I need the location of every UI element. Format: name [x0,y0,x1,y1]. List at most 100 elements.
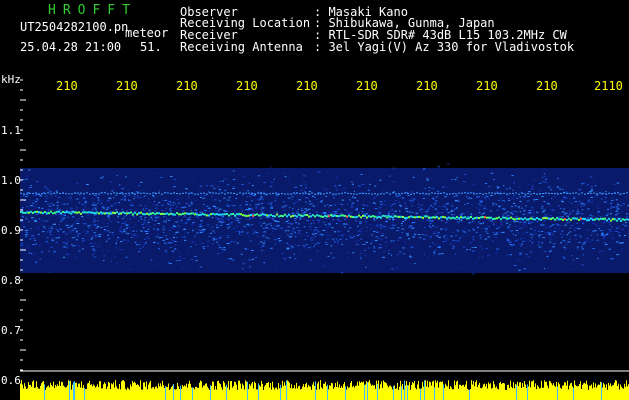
trace-segment [202,213,204,215]
noise-speck [90,238,93,240]
noise-speck [359,258,361,260]
noise-speck [77,245,80,247]
upper-line-segment [377,193,379,195]
noise-speck [525,253,528,255]
noise-speck [228,204,232,206]
noise-speck [187,196,190,198]
noise-speck [124,216,126,218]
noise-speck [484,210,486,212]
histogram-bar [433,380,434,400]
noise-speck [522,233,524,235]
histogram-bar [95,387,96,400]
noise-speck [131,193,135,195]
trace-segment [242,214,244,217]
noise-speck [412,227,415,229]
noise-speck [420,204,423,206]
histogram-bar [470,389,471,400]
upper-line-segment [485,193,487,195]
noise-speck [414,263,416,264]
noise-speck [148,226,152,228]
noise-speck [522,195,526,197]
trace-segment [272,215,274,218]
histogram-bar [100,381,101,400]
noise-speck [384,228,387,230]
histogram-bar [309,386,310,400]
trace-segment [400,215,402,218]
histogram-bar [611,386,612,400]
noise-speck [259,192,263,194]
trace-segment [60,212,62,215]
noise-speck [348,228,350,230]
noise-speck [510,221,513,223]
histogram-bar [476,380,477,400]
noise-speck [598,214,600,216]
noise-speck [394,224,396,226]
histogram-bar [466,380,467,400]
histogram-bar [304,387,305,400]
trace-segment [434,216,436,219]
noise-speck [325,243,329,245]
histogram-bar [157,388,158,400]
trace-segment [468,217,470,220]
histogram-bar [310,386,311,400]
noise-speck [620,211,623,213]
noise-speck [611,197,615,199]
trace-segment [156,212,158,215]
histogram-bar [397,383,398,400]
noise-speck [452,247,455,249]
histogram-bar [405,385,406,400]
noise-speck [327,255,330,257]
noise-speck [51,202,53,204]
noise-speck [591,239,594,241]
histogram-bar [419,388,420,400]
noise-speck [453,214,456,216]
trace-segment [398,215,400,218]
noise-speck [360,228,363,230]
noise-speck [49,271,51,273]
histogram-bar [538,386,539,400]
noise-speck [623,203,625,205]
noise-speck [217,244,220,246]
noise-speck [21,216,24,218]
histogram-bar [314,386,315,400]
noise-speck [442,209,445,211]
histogram-bar [169,390,170,400]
noise-speck [97,235,101,237]
noise-speck [484,238,487,240]
noise-speck [156,263,159,264]
noise-speck [145,207,148,209]
noise-speck [533,230,536,232]
noise-speck [592,248,595,249]
noise-speck [465,225,467,227]
noise-speck [453,195,456,197]
noise-speck [248,182,251,184]
noise-speck [615,190,617,192]
noise-speck [317,171,321,173]
noise-speck [98,234,102,235]
noise-speck [283,210,285,212]
noise-speck [436,246,438,248]
histogram-bar [450,386,451,400]
noise-speck [57,234,61,236]
trace-segment [158,212,160,215]
noise-speck [464,203,466,205]
trace-segment [532,218,534,221]
noise-speck [436,244,439,246]
noise-speck [42,220,45,222]
trace-segment [580,217,582,220]
trace-segment [20,211,22,213]
noise-speck [470,213,472,215]
noise-speck [143,219,146,220]
noise-speck [293,253,295,255]
noise-speck [511,198,514,200]
noise-speck [167,242,170,244]
histogram-bar [186,383,187,400]
histogram-bar [132,380,133,400]
noise-speck [246,232,249,234]
upper-line-segment [398,193,400,195]
noise-speck [223,197,226,199]
noise-speck [294,193,297,195]
noise-speck [572,259,574,261]
histogram-bar [82,387,83,400]
histogram-bar [126,389,127,400]
